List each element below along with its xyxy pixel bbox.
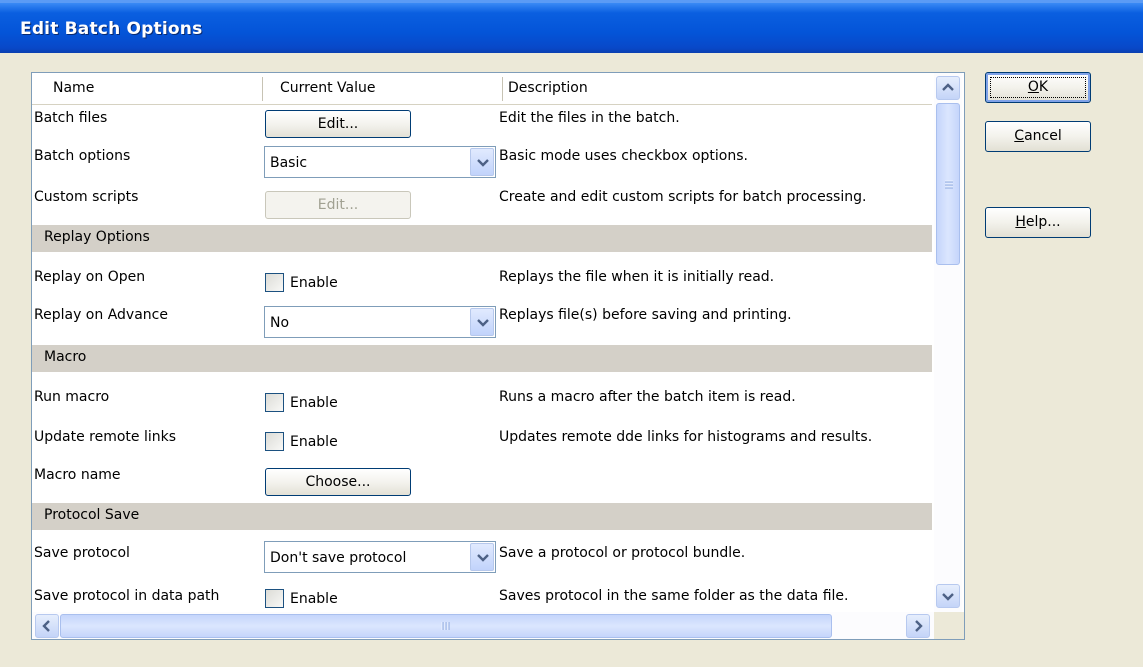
select-value: Basic [270, 155, 308, 171]
vertical-scroll-thumb[interactable] [936, 103, 960, 265]
row-batch-options: Batch options Basic Basic mode uses chec… [32, 143, 932, 181]
batch-options-select[interactable]: Basic [264, 146, 496, 178]
vertical-scrollbar[interactable] [934, 73, 962, 612]
column-header-name[interactable]: Name [53, 80, 94, 96]
section-replay-options: Replay Options [32, 225, 932, 252]
horizontal-scroll-thumb[interactable] [60, 614, 832, 638]
chevron-down-icon[interactable] [470, 148, 494, 176]
scroll-right-arrow-icon[interactable] [906, 614, 930, 638]
section-protocol-save: Protocol Save [32, 503, 932, 530]
row-description: Create and edit custom scripts for batch… [499, 189, 867, 205]
save-protocol-select[interactable]: Don't save protocol [264, 541, 496, 573]
scroll-down-arrow-icon[interactable] [936, 584, 960, 608]
horizontal-scrollbar[interactable] [32, 612, 934, 639]
cancel-label-rest: ancel [1024, 128, 1062, 144]
section-label: Protocol Save [44, 507, 140, 523]
row-label: Replay on Advance [34, 307, 168, 323]
help-mnemonic: H [1015, 214, 1026, 230]
row-label: Macro name [34, 467, 121, 483]
ok-label-rest: K [1038, 79, 1049, 95]
section-label: Macro [44, 349, 87, 365]
row-replay-on-advance: Replay on Advance No Replays file(s) bef… [32, 296, 932, 340]
row-label: Run macro [34, 389, 110, 405]
column-header-value[interactable]: Current Value [280, 80, 375, 96]
scrollbar-corner [934, 612, 964, 639]
row-save-protocol-in-data-path: Save protocol in data path Enable Saves … [32, 576, 932, 612]
row-macro-name: Macro name Choose... [32, 456, 932, 500]
scroll-left-arrow-icon[interactable] [35, 614, 59, 638]
row-replay-on-open: Replay on Open Enable Replays the file w… [32, 258, 932, 296]
chevron-down-icon[interactable] [470, 543, 494, 571]
window-title: Edit Batch Options [20, 19, 203, 39]
help-label-rest: elp... [1025, 214, 1061, 230]
checkbox-box[interactable] [265, 393, 284, 412]
help-button[interactable]: Help... [985, 207, 1091, 238]
checkbox-label[interactable]: Enable [290, 395, 338, 411]
row-run-macro: Run macro Enable Runs a macro after the … [32, 378, 932, 418]
row-description: Updates remote dde links for histograms … [499, 429, 873, 445]
column-divider[interactable] [262, 77, 263, 101]
row-batch-files: Batch files Edit... Edit the files in th… [32, 105, 932, 143]
row-label: Save protocol [34, 545, 130, 561]
ok-mnemonic: O [1027, 79, 1039, 95]
row-description: Save a protocol or protocol bundle. [499, 545, 746, 561]
replay-on-advance-select[interactable]: No [264, 306, 496, 338]
select-value: No [270, 315, 290, 331]
cancel-mnemonic: C [1014, 128, 1025, 144]
row-label: Update remote links [34, 429, 177, 445]
row-update-remote-links: Update remote links Enable Updates remot… [32, 418, 932, 456]
row-description: Basic mode uses checkbox options. [499, 148, 748, 164]
row-custom-scripts: Custom scripts Edit... Create and edit c… [32, 181, 932, 221]
row-description: Edit the files in the batch. [499, 110, 680, 126]
row-description: Saves protocol in the same folder as the… [499, 588, 849, 604]
checkbox-box[interactable] [265, 589, 284, 608]
chevron-down-icon[interactable] [470, 308, 494, 336]
row-label: Batch files [34, 110, 108, 126]
edit-custom-scripts-button: Edit... [265, 191, 411, 219]
title-bar[interactable]: Edit Batch Options [0, 0, 1143, 53]
row-label: Replay on Open [34, 269, 146, 285]
choose-macro-button[interactable]: Choose... [265, 468, 411, 496]
column-divider[interactable] [502, 77, 503, 101]
section-label: Replay Options [44, 229, 150, 245]
row-description: Replays the file when it is initially re… [499, 269, 775, 285]
checkbox-label[interactable]: Enable [290, 591, 338, 607]
column-header-description[interactable]: Description [508, 80, 588, 96]
row-description: Replays file(s) before saving and printi… [499, 307, 792, 323]
cancel-button[interactable]: Cancel [985, 121, 1091, 152]
column-header: Name Current Value Description [32, 73, 932, 105]
scroll-up-arrow-icon[interactable] [936, 76, 960, 100]
row-label: Batch options [34, 148, 131, 164]
row-label: Save protocol in data path [34, 588, 220, 604]
checkbox-box[interactable] [265, 273, 284, 292]
ok-button[interactable]: OK [985, 72, 1091, 103]
row-description: Runs a macro after the batch item is rea… [499, 389, 796, 405]
row-save-protocol: Save protocol Don't save protocol Save a… [32, 536, 932, 576]
property-grid[interactable]: Name Current Value Description Batch fil… [31, 72, 965, 640]
select-value: Don't save protocol [270, 550, 407, 566]
checkbox-label[interactable]: Enable [290, 434, 338, 450]
checkbox-label[interactable]: Enable [290, 275, 338, 291]
edit-batch-files-button[interactable]: Edit... [265, 110, 411, 138]
row-label: Custom scripts [34, 189, 139, 205]
checkbox-box[interactable] [265, 432, 284, 451]
section-macro: Macro [32, 345, 932, 372]
